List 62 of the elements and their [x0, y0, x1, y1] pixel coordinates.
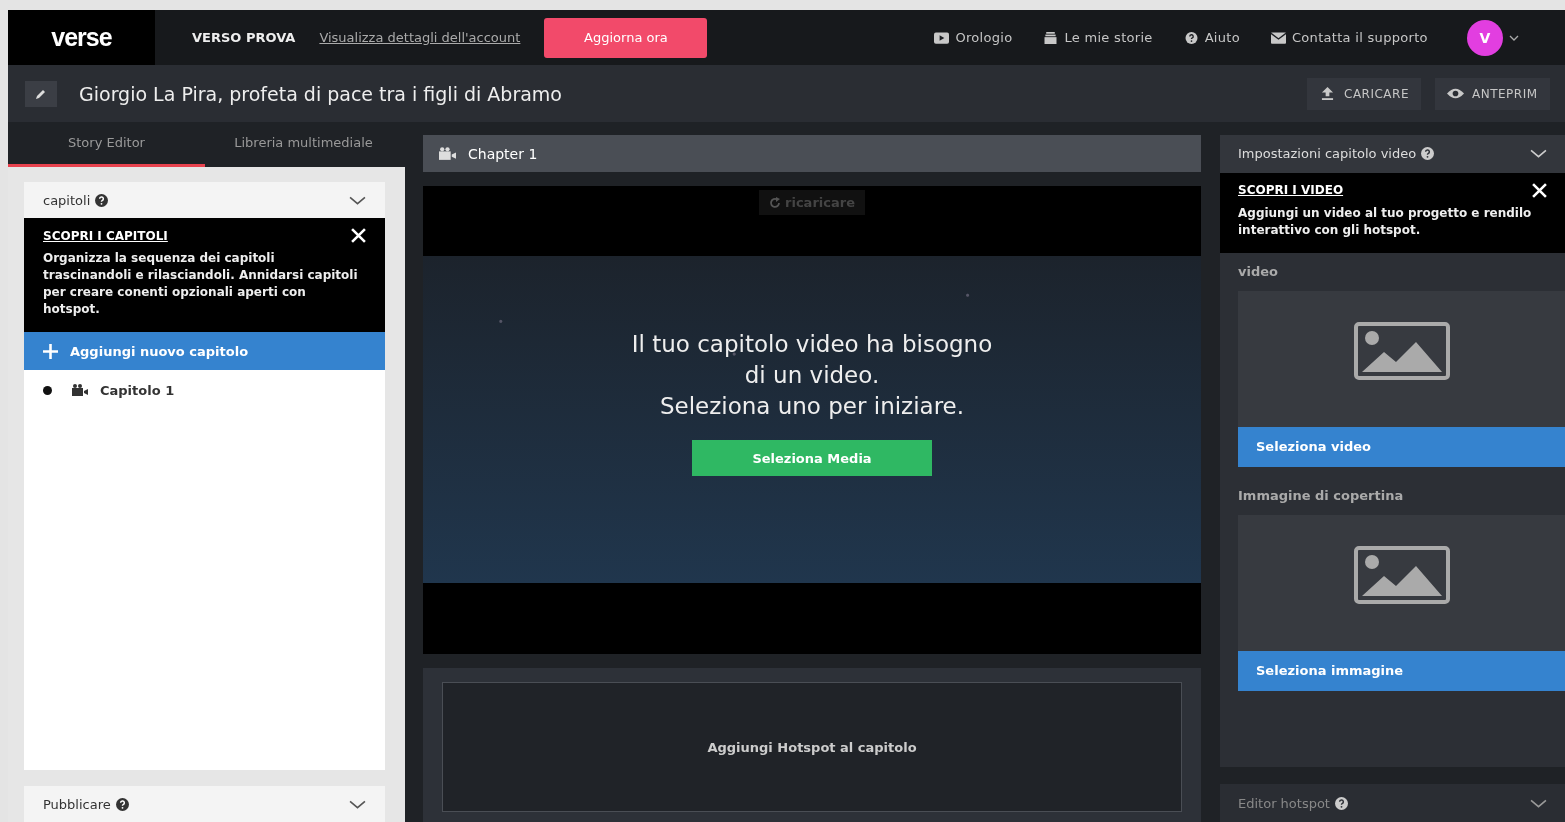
section-header[interactable]: Impostazioni capitolo video	[1220, 135, 1565, 173]
chevron-down-icon	[1508, 34, 1519, 41]
pencil-icon	[35, 87, 47, 100]
empty-message: Il tuo capitolo video ha bisogno di un video. Seleziona uno per iniziare.	[631, 330, 993, 421]
help-icon	[1335, 796, 1348, 810]
help-icon	[95, 193, 109, 207]
logo[interactable]: verse	[8, 10, 155, 65]
close-icon	[1532, 182, 1547, 198]
close-button[interactable]	[1532, 182, 1547, 198]
edit-button[interactable]	[25, 80, 57, 107]
close-button[interactable]	[351, 228, 366, 243]
section-title: capitoli	[43, 192, 91, 208]
help-icon	[115, 797, 129, 811]
camera-icon	[439, 147, 456, 160]
plan-label: VERSO PROVA	[192, 30, 296, 45]
image-icon	[1353, 321, 1450, 380]
stack-icon	[1043, 31, 1059, 44]
nav-link[interactable]: Contatta il supporto	[1270, 30, 1428, 45]
tip-link[interactable]: SCOPRI I VIDEO	[1238, 183, 1344, 198]
section-header[interactable]: Pubblicare	[24, 786, 385, 822]
chapter-title: Chapter 1	[468, 145, 538, 162]
field-label: Immagine di copertina	[1238, 487, 1405, 506]
media-placeholder[interactable]	[1238, 290, 1565, 427]
add-hotspot-area[interactable]: Aggiungi Hotspot al capitolo	[442, 682, 1182, 812]
upload-icon	[1319, 87, 1336, 100]
camera-icon	[72, 384, 88, 396]
section-title: Impostazioni capitolo video	[1238, 146, 1417, 162]
account-link[interactable]: Visualizza dettagli dell'account	[319, 30, 521, 45]
section-title: Pubblicare	[43, 796, 111, 812]
section-header[interactable]: Editor hotspot	[1220, 784, 1565, 822]
help-icon	[1183, 31, 1199, 44]
video-icon	[934, 31, 950, 44]
mail-icon	[1270, 31, 1286, 44]
tab[interactable]: Libreria multimediale	[205, 122, 402, 167]
tip-text: Aggiungi un video al tuo progetto e rendilo interattivo con gli hotspot.	[1238, 204, 1533, 239]
avatar[interactable]: V	[1466, 19, 1503, 56]
chevron-down-icon	[1530, 798, 1547, 808]
nav-link[interactable]: Le mie storie	[1043, 30, 1153, 45]
refresh-icon	[769, 196, 782, 209]
add-chapter-button[interactable]: Aggiungi nuovo capitolo	[24, 332, 385, 370]
media-placeholder[interactable]	[1238, 514, 1565, 651]
bullet-icon	[43, 385, 52, 395]
field-label: video	[1238, 263, 1279, 282]
nav-link[interactable]: Aiuto	[1183, 30, 1240, 45]
close-icon	[351, 228, 366, 243]
story-title: Giorgio La Pira, profeta di pace tra i figli di Abramo	[79, 82, 562, 105]
tree-item[interactable]: Capitolo 1	[43, 380, 366, 400]
tip-link[interactable]: SCOPRI I CAPITOLI	[43, 228, 168, 243]
toolbar-button[interactable]: ANTEPRIM	[1435, 77, 1550, 110]
eye-icon	[1447, 87, 1464, 100]
toolbar-button[interactable]: CARICARE	[1307, 77, 1421, 110]
plus-icon	[43, 343, 58, 359]
select-button[interactable]: Seleziona immagine	[1238, 650, 1565, 691]
section-header[interactable]: capitoli	[24, 182, 385, 218]
select-button[interactable]: Seleziona video	[1238, 426, 1565, 467]
chevron-down-icon	[349, 799, 366, 809]
upgrade-button[interactable]: Aggiorna ora	[544, 17, 708, 58]
image-icon	[1353, 545, 1450, 604]
section-title: Editor hotspot	[1238, 795, 1330, 811]
nav-link[interactable]: Orologio	[934, 30, 1013, 45]
tip-text: Organizza la sequenza dei capitoli trascinandoli e rilasciandoli. Annidarsi capitoli per creare conenti opzionali aperti con hotspot.	[43, 250, 359, 318]
help-icon	[1421, 147, 1435, 161]
